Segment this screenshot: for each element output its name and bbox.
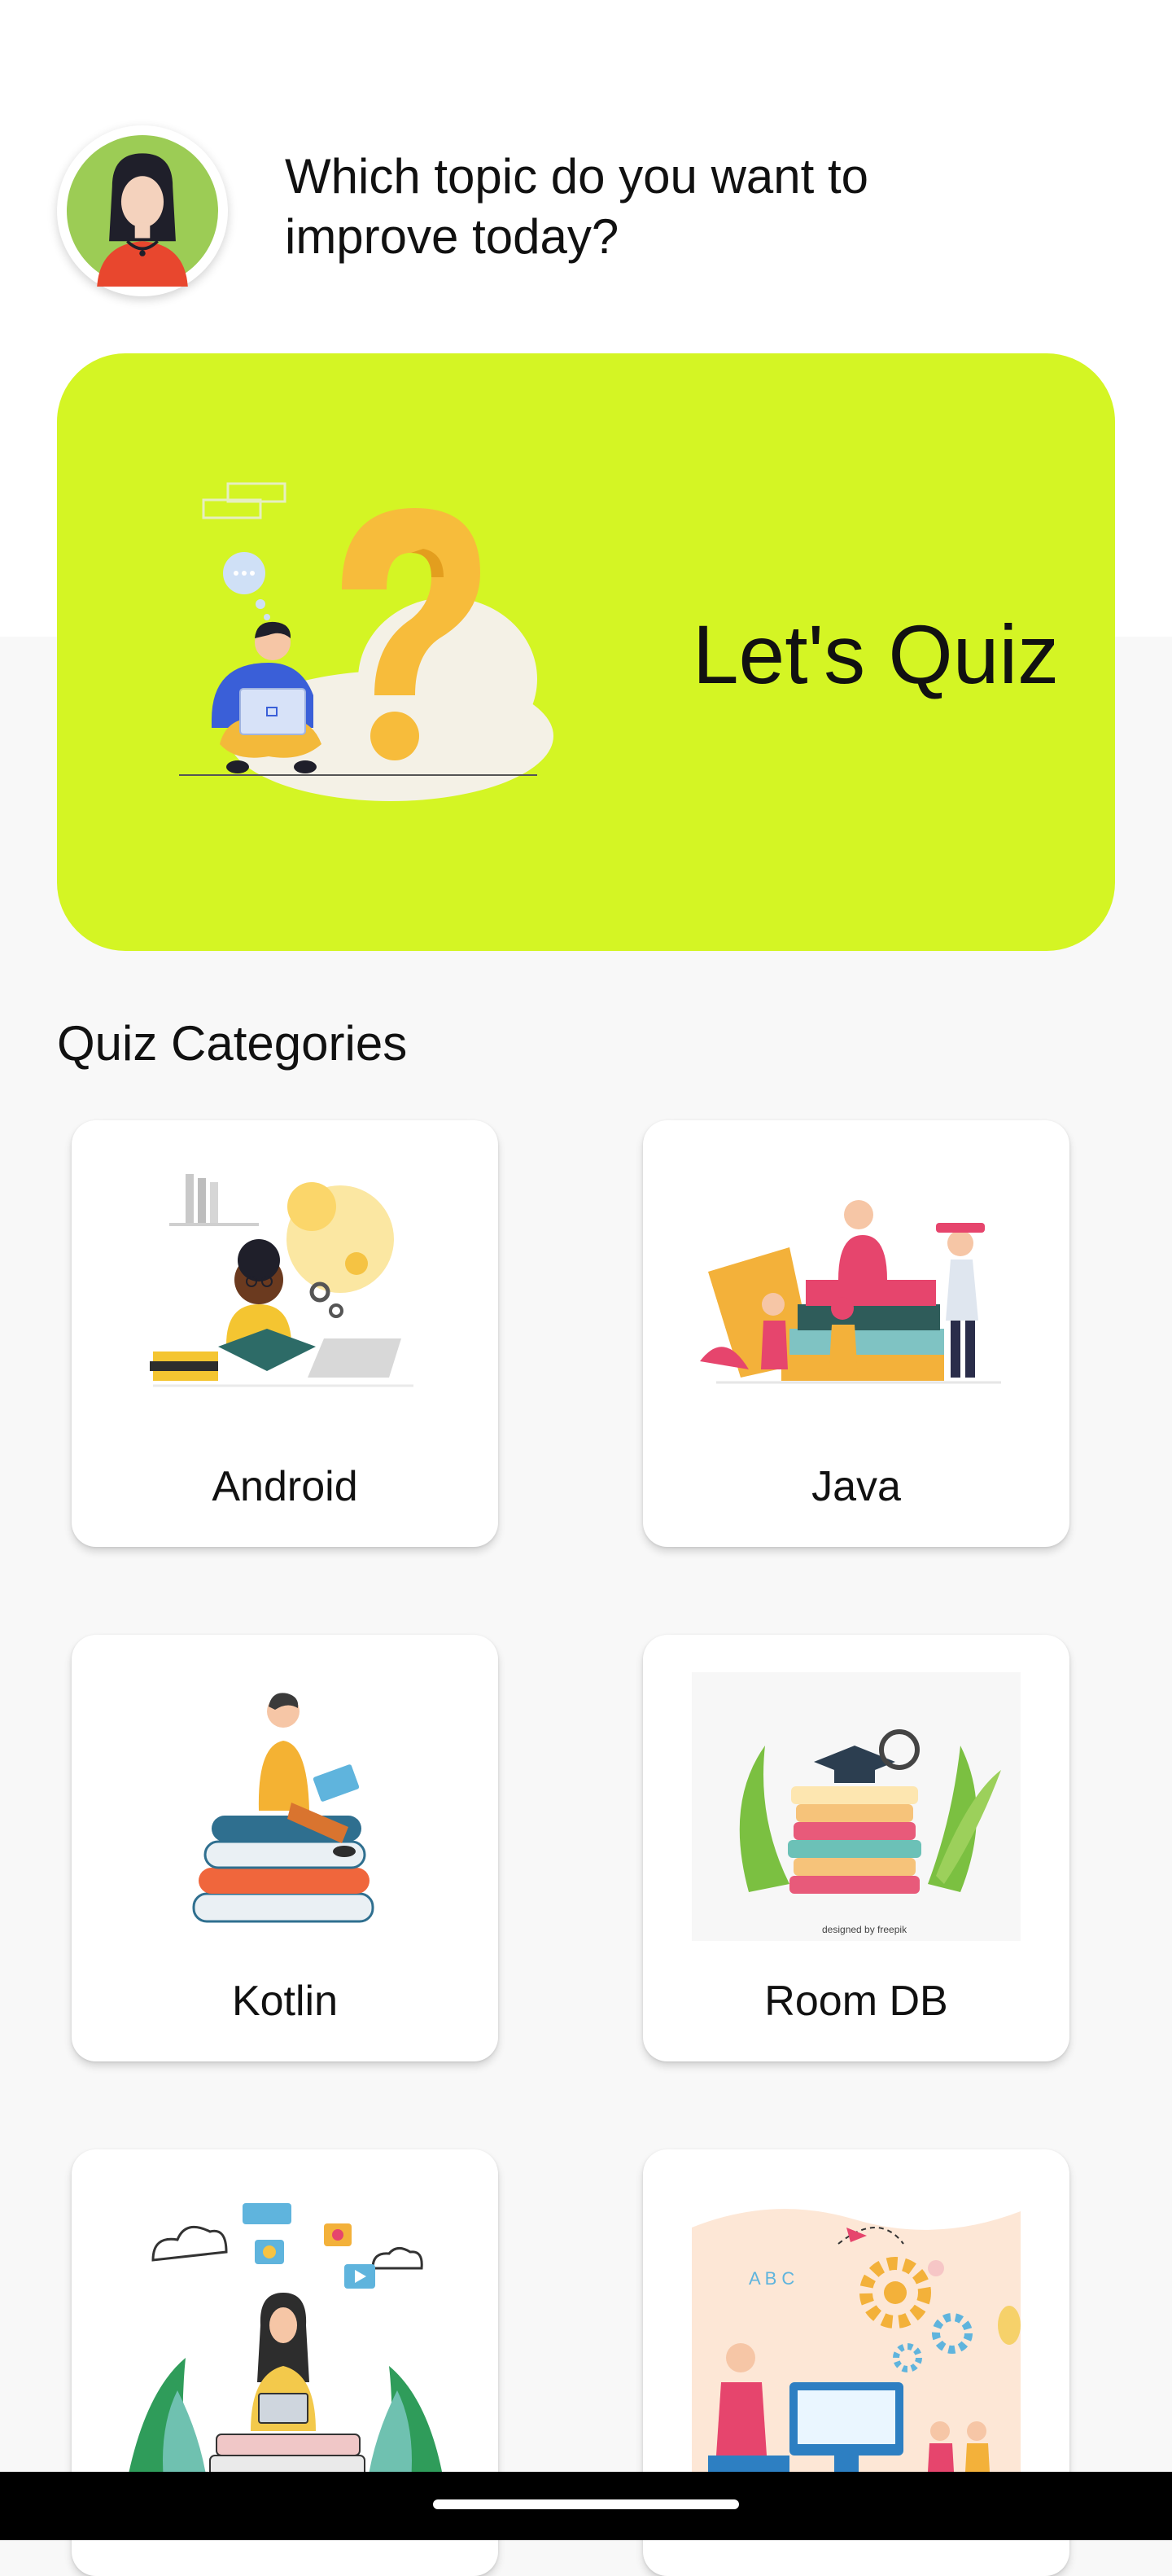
section-title: Quiz Categories [57, 1016, 408, 1071]
profile-avatar[interactable] [57, 125, 228, 296]
svg-text:designed by freepik: designed by freepik [822, 1924, 907, 1935]
greeting-text: Which topic do you want to improve today… [285, 149, 869, 264]
category-label: Java [811, 1463, 901, 1510]
category-label: Android [212, 1463, 358, 1510]
svg-text:A B C: A B C [749, 2268, 794, 2289]
category-card-android[interactable]: Android [72, 1120, 498, 1547]
books-people-illustration [700, 1200, 1001, 1384]
category-card-kotlin[interactable]: Kotlin [72, 1635, 498, 2061]
category-card-java[interactable]: Java [643, 1120, 1069, 1547]
home-gesture-handle[interactable] [433, 2499, 739, 2509]
question-mark-illustration [179, 482, 553, 801]
category-label: Kotlin [231, 1978, 339, 2025]
category-card-room-db[interactable]: designed by freepik Room DB [643, 1635, 1069, 2061]
person-on-books-laptop-illustration [192, 1693, 374, 1923]
banner-title: Let's Quiz [692, 608, 1060, 701]
user-avatar-icon [67, 135, 218, 287]
graduation-books-illustration: designed by freepik [692, 1672, 1021, 1941]
student-reading-illustration [150, 1174, 413, 1387]
lets-quiz-banner[interactable]: Let's Quiz [57, 353, 1115, 951]
category-label: Room DB [764, 1978, 948, 2025]
